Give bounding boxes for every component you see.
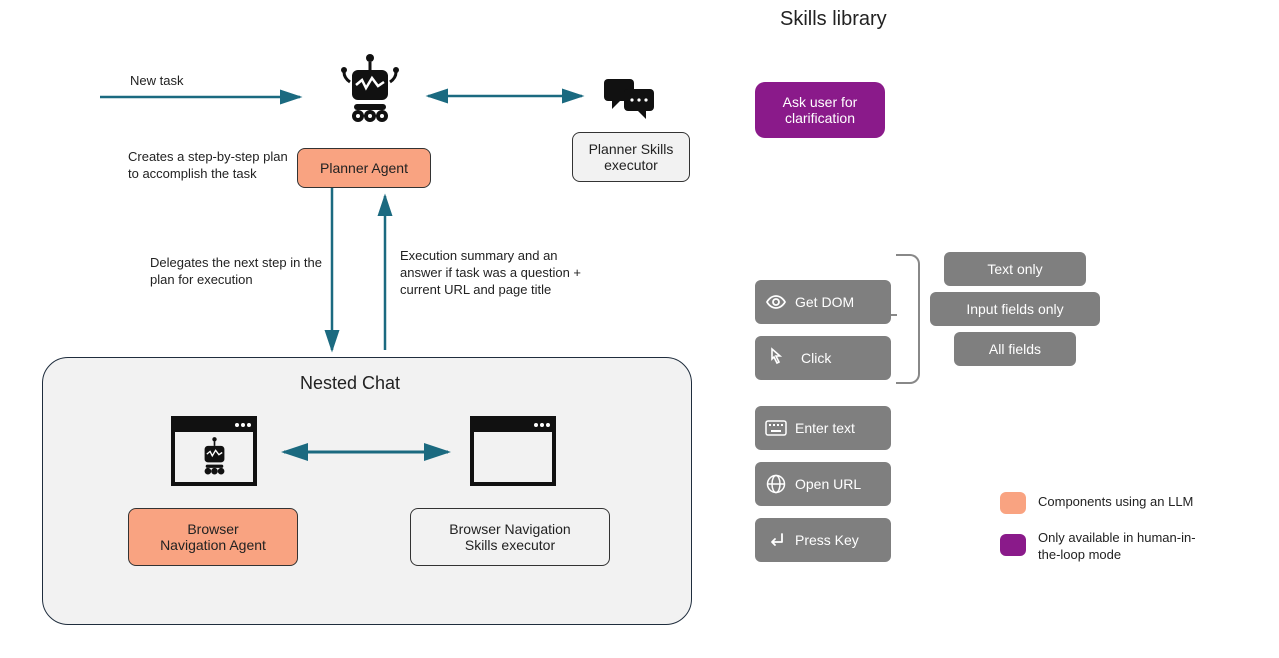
chat-icon <box>602 77 656 126</box>
legend-hitl-label: Only available in human-in- the-loop mod… <box>1038 530 1248 564</box>
skill-ask-user: Ask user for clarification <box>755 82 885 138</box>
nested-chat-container <box>42 357 692 625</box>
skill-click: Click <box>755 336 891 380</box>
skill-get-dom: Get DOM <box>755 280 891 324</box>
skill-press-key: Press Key <box>755 518 891 562</box>
legend-swatch-hitl <box>1000 534 1026 556</box>
skill-open-url: Open URL <box>755 462 891 506</box>
robot-icon <box>340 52 400 127</box>
skills-library-title: Skills library <box>780 8 887 31</box>
legend-swatch-llm <box>1000 492 1026 514</box>
keyboard-icon <box>763 420 789 436</box>
skill-open-url-label: Open URL <box>795 476 861 492</box>
delegates-text: Delegates the next step in the plan for … <box>150 255 330 289</box>
bracket-stem <box>891 314 897 316</box>
skill-get-dom-label: Get DOM <box>795 294 854 310</box>
planner-skills-executor-box: Planner Skills executor <box>572 132 690 182</box>
browser-window-icon <box>470 416 556 489</box>
bracket <box>896 254 920 384</box>
skill-dom-input-fields: Input fields only <box>930 292 1100 326</box>
exec-summary-text: Execution summary and an answer if task … <box>400 248 600 299</box>
globe-icon <box>763 474 789 494</box>
browser-robot-icon <box>171 416 257 489</box>
browser-nav-agent-box: Browser Navigation Agent <box>128 508 298 566</box>
legend-llm-label: Components using an LLM <box>1038 494 1248 511</box>
enter-key-icon <box>763 530 789 550</box>
skill-enter-text-label: Enter text <box>795 420 855 436</box>
planner-agent-box: Planner Agent <box>297 148 431 188</box>
browser-nav-skills-box: Browser Navigation Skills executor <box>410 508 610 566</box>
eye-icon <box>763 294 789 310</box>
skill-press-key-label: Press Key <box>795 532 859 548</box>
skill-click-label: Click <box>801 350 831 366</box>
skill-dom-text-only: Text only <box>944 252 1086 286</box>
pointer-icon <box>763 347 789 369</box>
nested-chat-label: Nested Chat <box>300 373 400 394</box>
creates-plan-text: Creates a step-by-step plan to accomplis… <box>128 149 288 183</box>
skill-dom-all-fields: All fields <box>954 332 1076 366</box>
new-task-label: New task <box>130 73 183 90</box>
skill-enter-text: Enter text <box>755 406 891 450</box>
